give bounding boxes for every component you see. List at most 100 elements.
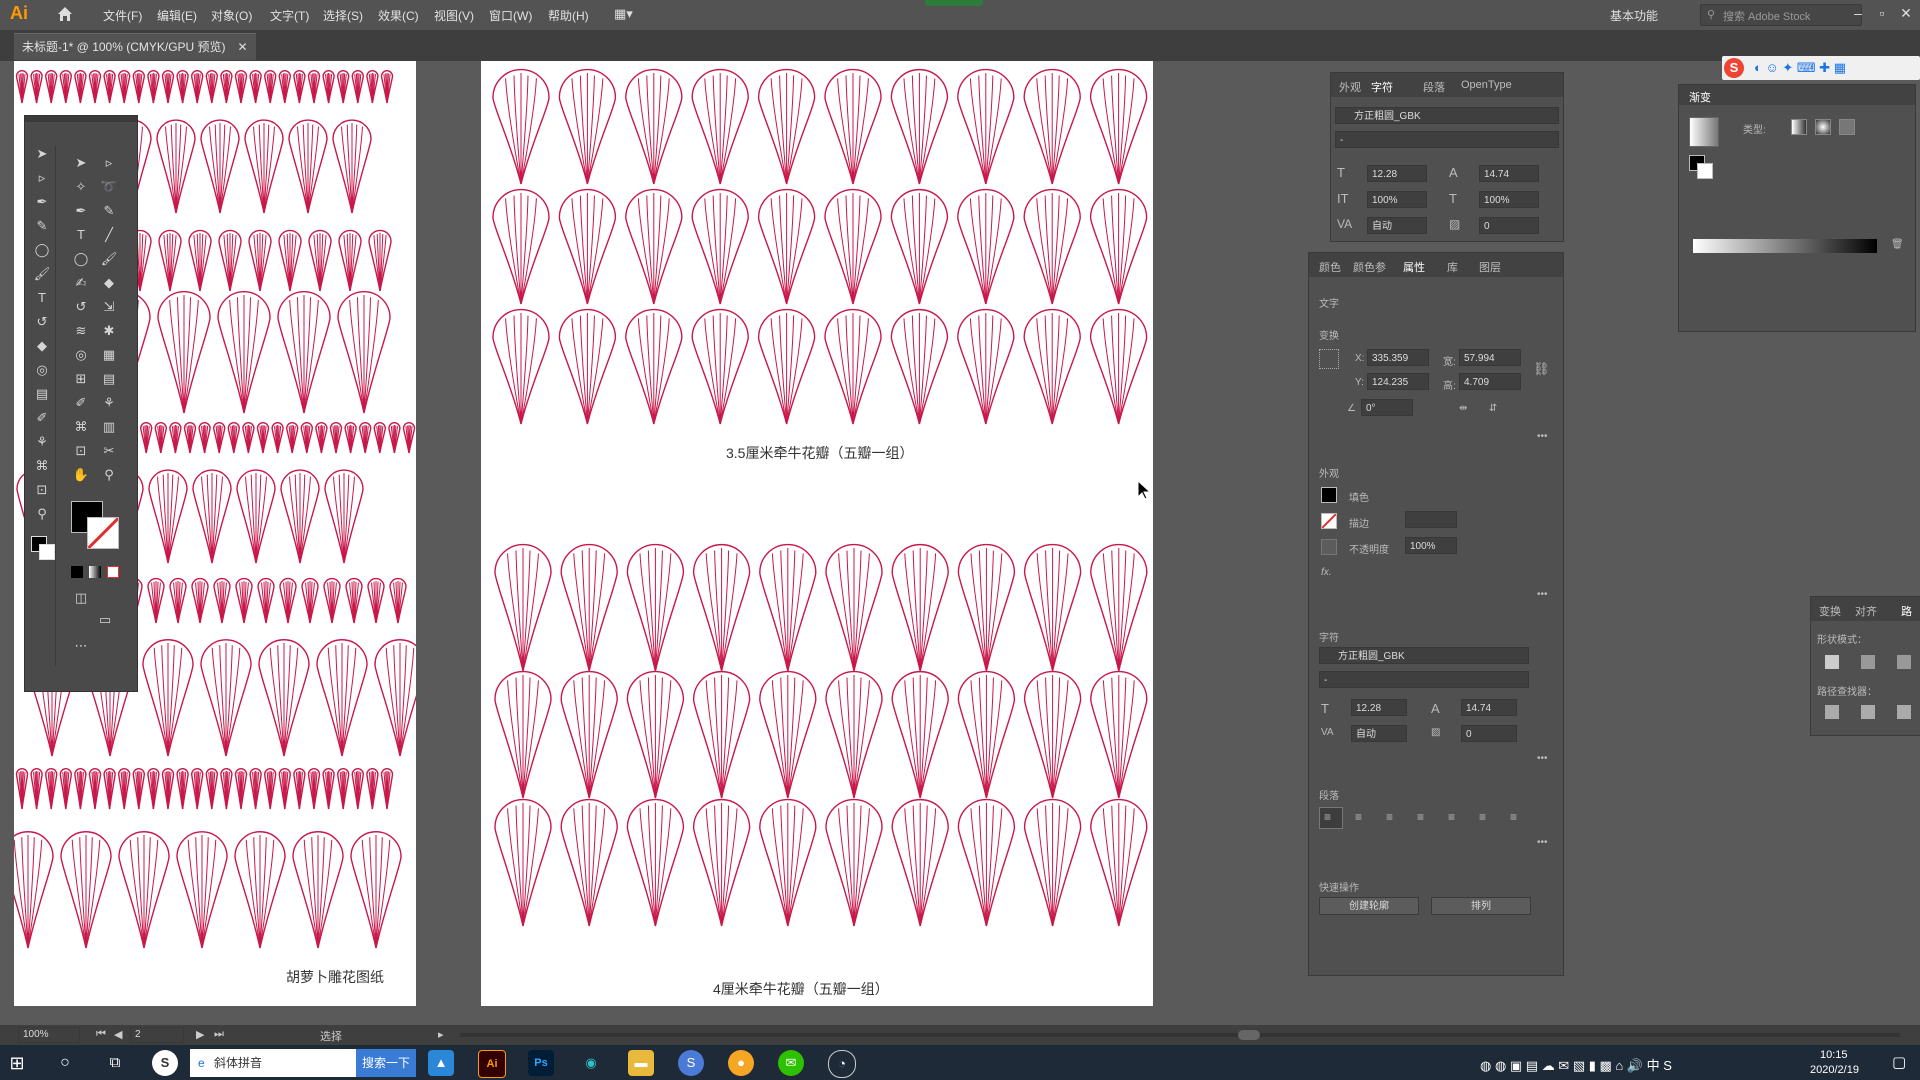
flip-horizontal-icon[interactable]: ⇹ [1459, 403, 1467, 414]
maximize-button[interactable]: ▫ [1872, 4, 1892, 22]
windows-start-icon[interactable]: ⊞ [4, 1050, 30, 1076]
status-menu-arrow-icon[interactable]: ▸ [438, 1028, 444, 1041]
prop-font-style-select[interactable]: - [1319, 671, 1529, 688]
tools-panel-grip[interactable] [25, 116, 137, 122]
taskbar-search-box[interactable]: e 斜体拼音 [190, 1049, 356, 1077]
more-tools-icon[interactable]: ⋯ [71, 636, 91, 656]
menu-window[interactable]: 窗口(W) [489, 7, 532, 24]
minus-front-button[interactable] [1861, 655, 1875, 669]
horizontal-scrollbar[interactable] [460, 1033, 1900, 1037]
perspective-grid-tool-icon[interactable]: ▦ [99, 345, 119, 365]
stroke-color-swatch[interactable] [87, 517, 119, 549]
font-style-select[interactable]: - [1335, 131, 1559, 148]
warp-tool-icon[interactable]: ≋ [71, 321, 91, 341]
gradient-stroke-swatch[interactable] [1697, 163, 1713, 179]
more-character-icon[interactable]: ••• [1537, 753, 1548, 764]
eyedropper-tool-icon[interactable]: ✐ [32, 408, 52, 428]
close-window-button[interactable]: ✕ [1896, 4, 1916, 22]
home-icon[interactable] [56, 5, 74, 23]
blob-brush-tool-icon[interactable]: ✍ [71, 273, 91, 293]
artboard-tool-icon[interactable]: ⊡ [32, 480, 52, 500]
gradient-tool-icon[interactable]: ▤ [32, 384, 52, 404]
prop-font-family-select[interactable]: 方正粗圆_GBK [1319, 647, 1529, 664]
close-tab-icon[interactable]: ✕ [238, 34, 248, 60]
opacity-field[interactable]: 100% [1405, 537, 1457, 554]
slice-tool-icon[interactable]: ✂ [99, 441, 119, 461]
tab-transform[interactable]: 变换 [1819, 603, 1841, 619]
type-tool-icon[interactable]: T [32, 288, 52, 308]
sogou-browser-icon[interactable]: S [678, 1050, 704, 1076]
system-tray-icons[interactable]: ◍ ◍ ▣ ▤ ☁ ✉ ▧ ▮ ▩ ⌂ 🔊 中 S [1480, 1055, 1672, 1074]
x-field[interactable]: 335.359 [1367, 349, 1429, 366]
tab-color-guide[interactable]: 颜色参 [1353, 259, 1386, 275]
justify-right-icon[interactable]: ≡ [1479, 810, 1486, 824]
curvature-tool-icon[interactable]: ✎ [32, 216, 52, 236]
blend-tool-icon[interactable]: ⚘ [32, 432, 52, 452]
selection-tool-2-icon[interactable]: ➤ [71, 153, 91, 173]
more-transform-icon[interactable]: ••• [1537, 431, 1548, 442]
linear-gradient-button[interactable] [1791, 119, 1807, 135]
arrange-button[interactable]: 排列 [1431, 897, 1531, 915]
pencil-tool-icon[interactable]: ✎ [99, 201, 119, 221]
notification-center-icon[interactable]: ▢ [1892, 1053, 1906, 1071]
tab-libraries[interactable]: 库 [1447, 259, 1458, 275]
trim-button[interactable] [1861, 705, 1875, 719]
horizontal-scrollbar-thumb[interactable] [1238, 1030, 1260, 1040]
browser-app-icon[interactable]: ◉ [578, 1050, 604, 1076]
justify-center-icon[interactable]: ≡ [1448, 810, 1455, 824]
screen-mode-icon[interactable]: ▭ [95, 610, 115, 630]
shape-builder-tool-2-icon[interactable]: ◎ [71, 345, 91, 365]
tab-properties[interactable]: 属性 [1403, 259, 1425, 275]
prop-font-size-field[interactable]: 12.28 [1351, 699, 1407, 716]
divide-button[interactable] [1825, 705, 1839, 719]
none-mode-button[interactable] [107, 566, 119, 578]
pen-tool-2-icon[interactable]: ✒ [71, 201, 91, 221]
width-field[interactable]: 57.994 [1459, 349, 1521, 366]
shape-builder-tool-icon[interactable]: ◎ [32, 360, 52, 380]
tab-paragraph[interactable]: 段落 [1423, 79, 1445, 95]
pen-tool-icon[interactable]: ✒ [32, 192, 52, 212]
radial-gradient-button[interactable] [1815, 119, 1831, 135]
prop-tracking-field[interactable]: 0 [1461, 725, 1517, 742]
hand-tool-icon[interactable]: ✋ [71, 465, 91, 485]
rotate-tool-icon[interactable]: ↺ [32, 312, 52, 332]
cortana-search-icon[interactable]: ○ [52, 1050, 78, 1076]
ime-toolbar-icons[interactable]: ◐ ☺ ✦ ⌨ ✚ ▦ [1754, 60, 1846, 76]
first-artboard-icon[interactable]: ⏮ [96, 1028, 106, 1041]
mesh-tool-icon[interactable]: ⊞ [71, 369, 91, 389]
artboard-number-select[interactable]: 2 [130, 1027, 184, 1043]
ellipse-tool-icon[interactable]: ◯ [32, 240, 52, 260]
eraser-tool-2-icon[interactable]: ◆ [99, 273, 119, 293]
canvas[interactable]: 胡萝卜雕花图纸 3.5厘米牵牛花瓣（五瓣一组） 4厘米牵牛花瓣（五瓣一组） [0, 61, 1920, 1025]
tab-appearance[interactable]: 外观 [1339, 79, 1361, 95]
direct-selection-tool-icon[interactable]: ▹ [32, 168, 52, 188]
reference-point-icon[interactable] [1319, 349, 1339, 369]
menu-type[interactable]: 文字(T) [270, 7, 309, 24]
arrange-docs-icon[interactable]: ▦▾ [614, 6, 633, 22]
artboard-main[interactable]: 3.5厘米牵牛花瓣（五瓣一组） 4厘米牵牛花瓣（五瓣一组） [481, 61, 1153, 1006]
gradient-preview-swatch[interactable] [1689, 117, 1719, 147]
blend-tool-2-icon[interactable]: ⚘ [99, 393, 119, 413]
file-explorer-icon[interactable]: ▬ [628, 1050, 654, 1076]
justify-all-icon[interactable]: ≡ [1510, 810, 1517, 824]
eraser-tool-icon[interactable]: ◆ [32, 336, 52, 356]
y-field[interactable]: 124.235 [1367, 373, 1429, 390]
lasso-tool-icon[interactable]: ➰ [99, 177, 119, 197]
align-center-icon[interactable]: ≡ [1355, 810, 1362, 824]
intersect-button[interactable] [1897, 655, 1911, 669]
create-outlines-button[interactable]: 创建轮廓 [1319, 897, 1419, 915]
more-appearance-icon[interactable]: ••• [1537, 589, 1548, 600]
recorder-app-icon[interactable]: ◔ [828, 1050, 856, 1078]
wechat-app-icon[interactable]: ✉ [778, 1050, 804, 1076]
horizontal-scale-field[interactable]: 100% [1479, 191, 1539, 208]
freeform-gradient-button[interactable] [1839, 119, 1855, 135]
paintbrush-tool-icon[interactable]: 🖌 [99, 249, 119, 269]
justify-left-icon[interactable]: ≡ [1417, 810, 1424, 824]
menu-view[interactable]: 视图(V) [434, 7, 474, 24]
magic-wand-tool-icon[interactable]: ✧ [71, 177, 91, 197]
draw-mode-icon[interactable]: ◫ [71, 588, 91, 608]
photos-app-icon[interactable]: ▲ [428, 1050, 454, 1076]
tab-layers[interactable]: 图层 [1479, 259, 1501, 275]
search-once-button[interactable]: 搜索一下 [356, 1049, 416, 1077]
unite-button[interactable] [1825, 655, 1839, 669]
